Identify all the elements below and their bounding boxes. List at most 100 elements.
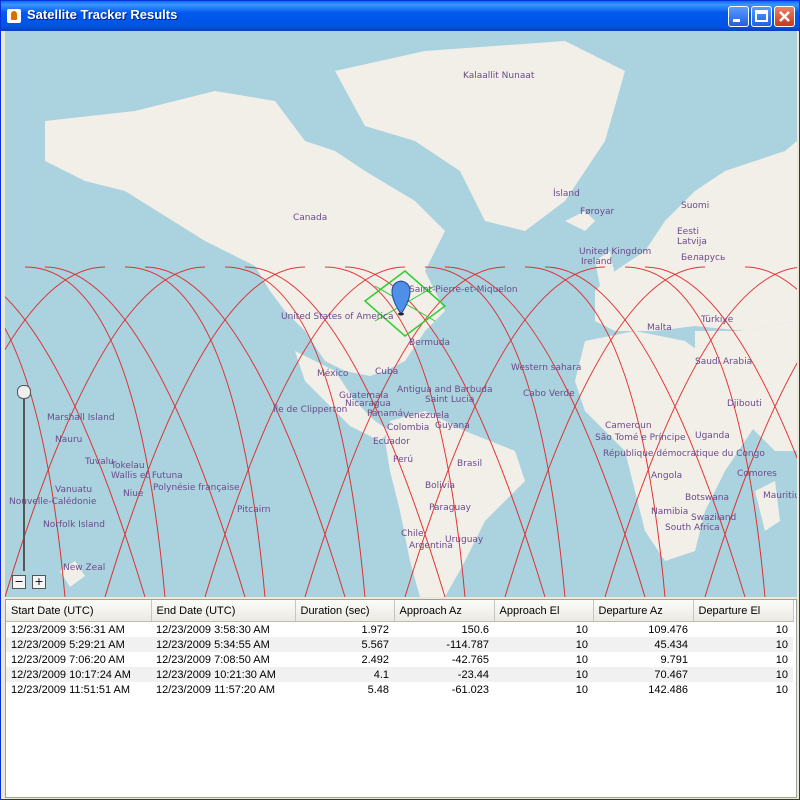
- map-label: Chile: [401, 529, 424, 539]
- cell-start-date: 12/23/2009 5:29:21 AM: [6, 637, 151, 652]
- map-label: Tokelau: [111, 461, 145, 471]
- cell-departure-el: 10: [693, 637, 793, 652]
- zoom-in-button[interactable]: +: [32, 575, 46, 589]
- cell-duration: 2.492: [361, 653, 389, 666]
- cell-end-date: 12/23/2009 5:34:55 AM: [151, 637, 295, 652]
- cell-approach-el: 10: [575, 653, 588, 666]
- map-label: Comores: [737, 469, 777, 479]
- table-row[interactable]: 12/23/2009 10:17:24 AM 12/23/2009 10:21:…: [6, 667, 793, 682]
- map-label: Norfolk Island: [43, 520, 105, 530]
- map-label: Canada: [293, 213, 328, 223]
- map-label: Mauritius: [763, 491, 797, 501]
- zoom-slider-track[interactable]: [23, 391, 25, 571]
- map-label: México: [317, 369, 349, 379]
- cell-end-date: 12/23/2009 10:21:30 AM: [151, 667, 295, 682]
- cell-approach-az: -114.787: [394, 637, 494, 652]
- cell-departure-el: 10: [693, 667, 793, 682]
- cell-approach-az: 150.6: [461, 623, 489, 636]
- map-label: Botswana: [685, 493, 729, 503]
- map-label: Nicaragua: [345, 399, 391, 409]
- map-label: Polynésie française: [153, 483, 240, 493]
- results-table-scrollpane[interactable]: Start Date (UTC) End Date (UTC) Duration…: [5, 599, 797, 798]
- map-label: Nauru: [55, 435, 83, 445]
- column-header-approach-el[interactable]: Approach El: [494, 600, 594, 622]
- map-label: Saint-Pierre-et-Miquelon: [409, 285, 518, 295]
- map-view[interactable]: Kalaallit Nunaat Canada Ísland Føroyar S…: [5, 31, 797, 597]
- minimize-button[interactable]: [728, 6, 749, 27]
- cell-departure-az: 70.467: [593, 667, 693, 682]
- cell-start-date: 12/23/2009 7:06:20 AM: [11, 653, 125, 666]
- map-label: Vanuatu: [55, 485, 93, 495]
- map-label: Ísland: [553, 189, 580, 199]
- cell-departure-az: 45.434: [593, 637, 693, 652]
- map-label: Saint Lucia: [425, 395, 475, 405]
- map-label: Niue: [123, 489, 144, 499]
- map-label: Cabo Verde: [523, 389, 575, 399]
- column-header-departure-az[interactable]: Departure Az: [593, 600, 694, 622]
- map-label: Paraguay: [429, 503, 472, 513]
- map-label: Guyana: [435, 421, 470, 431]
- cell-end-date: 12/23/2009 3:58:30 AM: [156, 623, 270, 636]
- map-label: New Zeal: [63, 563, 106, 573]
- cell-departure-el: 10: [775, 623, 788, 636]
- column-header-approach-az[interactable]: Approach Az: [394, 600, 495, 622]
- map-label: Swaziland: [691, 513, 737, 523]
- map-label: Venezuela: [403, 411, 450, 421]
- map-label: United Kingdom: [579, 247, 652, 257]
- cell-duration: 5.48: [367, 683, 389, 696]
- map-label: Tuvalu: [85, 457, 114, 467]
- map-label: Djibouti: [727, 399, 762, 409]
- map-label: Uruguay: [445, 535, 484, 545]
- map-label: Saudi Arabia: [695, 357, 753, 367]
- zoom-out-button[interactable]: −: [12, 575, 26, 589]
- map-label: Eesti: [677, 227, 699, 237]
- table-row[interactable]: 12/23/2009 11:51:51 AM 12/23/2009 11:57:…: [6, 682, 793, 697]
- map-label: Colombia: [387, 423, 430, 433]
- zoom-slider-handle[interactable]: [17, 385, 31, 399]
- map-label: Namibia: [651, 507, 689, 517]
- table-row[interactable]: 12/23/2009 5:29:21 AM 12/23/2009 5:34:55…: [6, 637, 793, 652]
- map-label: Latvija: [677, 237, 707, 247]
- table-row[interactable]: 12/23/2009 3:56:31 AM 12/23/2009 3:58:30…: [6, 622, 793, 638]
- map-label: South Africa: [665, 523, 720, 533]
- close-button[interactable]: [774, 6, 795, 27]
- cell-end-date: 12/23/2009 11:57:20 AM: [156, 683, 276, 696]
- window-title: Satellite Tracker Results: [27, 7, 178, 22]
- map-label: Cuba: [375, 367, 399, 377]
- map-label: United States of America: [281, 312, 394, 322]
- cell-approach-az: -61.023: [451, 683, 489, 696]
- map-label: Antigua and Barbuda: [397, 385, 493, 395]
- map-label: Panamá: [367, 409, 404, 419]
- map-label: Western sahara: [511, 363, 582, 373]
- java-app-icon: [7, 9, 21, 23]
- map-label: Brasil: [457, 459, 483, 469]
- cell-departure-az: 9.791: [660, 653, 688, 666]
- map-label: Malta: [647, 323, 672, 333]
- cell-start-date: 12/23/2009 3:56:31 AM: [11, 623, 125, 636]
- column-header-duration[interactable]: Duration (sec): [295, 600, 395, 622]
- column-header-departure-el[interactable]: Departure El: [693, 600, 794, 622]
- map-label: Angola: [651, 471, 683, 481]
- maximize-button[interactable]: [751, 6, 772, 27]
- table-row[interactable]: 12/23/2009 7:06:20 AM 12/23/2009 7:08:50…: [6, 652, 793, 667]
- cell-approach-el: 10: [494, 667, 593, 682]
- map-label: Ecuador: [373, 437, 410, 447]
- cell-approach-el: 10: [494, 637, 593, 652]
- satellite-tracker-window: Satellite Tracker Results Kalaallit Nuna…: [0, 0, 800, 800]
- results-table: Start Date (UTC) End Date (UTC) Duration…: [6, 600, 794, 697]
- map-label: République démocratique du Congo: [603, 449, 765, 459]
- cell-approach-az: -23.44: [394, 667, 494, 682]
- map-label: Marshall Island: [47, 413, 115, 423]
- title-bar[interactable]: Satellite Tracker Results: [1, 1, 799, 31]
- cell-approach-el: 10: [575, 683, 588, 696]
- cell-duration: 4.1: [295, 667, 394, 682]
- column-header-start-date[interactable]: Start Date (UTC): [6, 600, 152, 622]
- column-header-end-date[interactable]: End Date (UTC): [151, 600, 296, 622]
- map-label: Uganda: [695, 431, 730, 441]
- cell-duration: 1.972: [361, 623, 389, 636]
- map-label: Perú: [393, 455, 414, 465]
- cell-approach-az: -42.765: [451, 653, 489, 666]
- cell-end-date: 12/23/2009 7:08:50 AM: [156, 653, 270, 666]
- map-label: Kalaallit Nunaat: [463, 71, 535, 81]
- map-label: Cameroun: [605, 421, 652, 431]
